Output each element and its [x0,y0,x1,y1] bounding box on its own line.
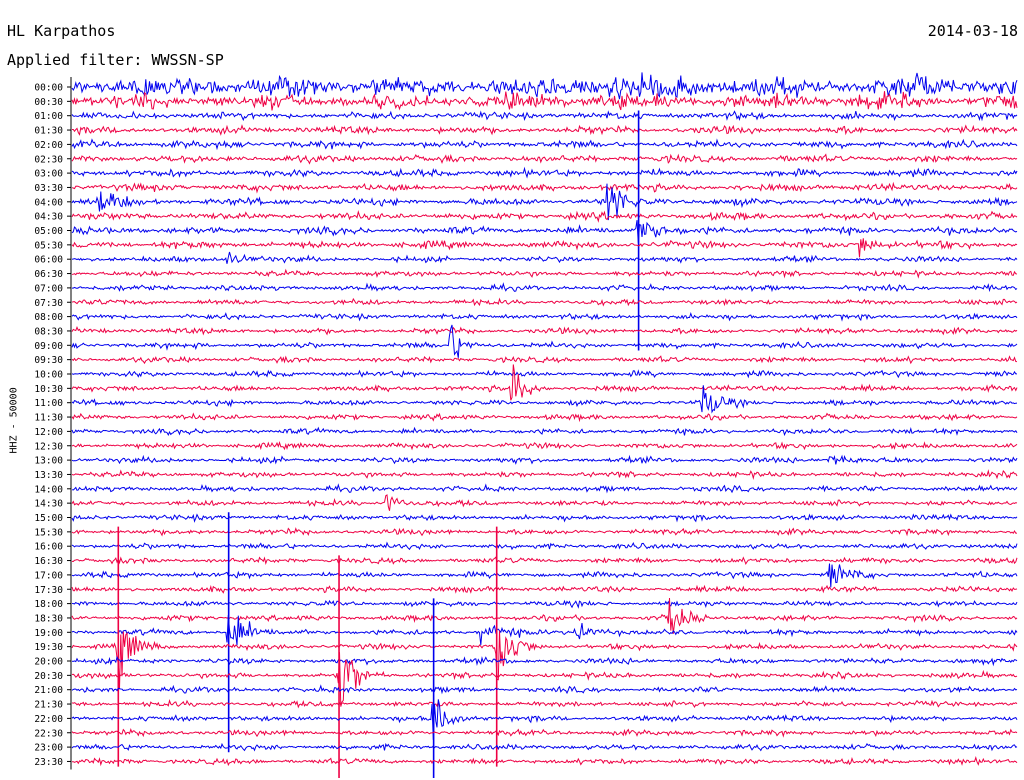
tick-label: 10:00 [34,370,63,381]
tick-label: 15:00 [34,513,63,524]
tick-label: 04:00 [34,197,63,208]
seismic-trace [71,297,1018,307]
seismic-trace [71,513,1018,523]
tick-label: 00:00 [34,83,63,94]
tick-label: 06:00 [34,255,63,266]
tick-label: 19:30 [34,642,63,653]
seismic-trace [71,364,1018,401]
tick-label: 16:00 [34,542,63,553]
tick-label: 00:30 [34,97,63,108]
seismic-trace [71,210,1018,223]
seismic-trace [71,440,1018,451]
tick-label: 23:00 [34,743,63,754]
tick-label: 06:30 [34,269,63,280]
seismic-trace [72,282,1018,293]
seismic-trace [71,630,1018,689]
seismic-trace [71,166,1018,179]
tick-label: 20:30 [34,671,63,682]
tick-label: 19:00 [34,628,63,639]
tick-label: 03:00 [34,169,63,180]
tick-label: 18:30 [34,613,63,624]
seismic-trace [71,563,1018,588]
tick-label: 17:00 [34,570,63,581]
tick-label: 21:30 [34,700,63,711]
seismic-trace [71,181,1018,194]
tick-label: 01:30 [34,126,63,137]
tick-label: 18:00 [34,599,63,610]
tick-label: 22:30 [34,728,63,739]
seismic-trace [71,153,1018,165]
seismic-trace [71,541,1018,551]
tick-label: 14:00 [34,484,63,495]
tick-label: 10:30 [34,384,63,395]
seismic-trace [71,584,1018,594]
tick-label: 11:30 [34,413,63,424]
tick-label: 23:30 [34,757,63,768]
trace-group [71,72,1018,778]
seismic-trace [71,412,1018,423]
tick-label: 05:00 [34,226,63,237]
seismic-trace [71,311,1018,322]
seismic-trace [71,110,1018,122]
tick-label: 22:00 [34,714,63,725]
seismic-trace [71,355,1018,365]
seismic-trace [71,91,1018,111]
seismic-trace [71,454,1018,465]
seismic-trace [71,615,1018,646]
seismic-trace [71,72,1018,100]
tick-label: 05:30 [34,240,63,251]
tick-label: 04:30 [34,212,63,223]
seismic-trace [71,699,1018,709]
tick-label: 02:00 [34,140,63,151]
seismic-trace [71,251,1018,264]
tick-label: 12:30 [34,441,63,452]
tick-label: 11:00 [34,398,63,409]
seismic-trace [71,220,1018,244]
tick-label: 09:00 [34,341,63,352]
seismic-trace [71,325,1018,336]
seismic-trace [71,655,1018,667]
tick-label: 07:30 [34,298,63,309]
seismic-trace [71,527,1018,537]
tick-label: 17:30 [34,585,63,596]
seismic-trace [71,138,1018,151]
seismic-trace [71,742,1018,752]
tick-label: 01:00 [34,111,63,122]
seismic-trace [71,238,1018,258]
tick-label: 21:00 [34,685,63,696]
seismic-trace [71,385,1018,414]
tick-labels: 00:00 00:30 01:00 01:30 02:00 02:30 03:00 03:30… [34,83,63,768]
seismic-trace [71,556,1018,566]
tick-label: 08:30 [34,326,63,337]
seismic-trace [71,426,1018,437]
seismic-trace [71,599,1018,609]
tick-label: 20:00 [34,657,63,668]
seismic-trace [71,483,1018,494]
seismic-trace [71,756,1018,767]
seismic-trace [71,684,1018,695]
seismic-trace [71,268,1018,279]
tick-label: 15:30 [34,527,63,538]
seismic-trace [71,728,1018,738]
tick-label: 08:00 [34,312,63,323]
tick-label: 13:30 [34,470,63,481]
tick-label: 14:30 [34,499,63,510]
seismic-trace [71,469,1018,480]
tick-label: 13:00 [34,456,63,467]
tick-label: 16:30 [34,556,63,567]
seismic-trace [72,124,1018,136]
seismic-trace [71,652,1018,707]
tick-label: 02:30 [34,154,63,165]
tick-label: 09:30 [34,355,63,366]
tick-label: 12:00 [34,427,63,438]
seismic-trace [71,494,1018,511]
tick-label: 07:00 [34,283,63,294]
seismogram-plot: 00:00 00:30 01:00 01:30 02:00 02:30 03:00 03:30… [34,72,1018,778]
tick-label: 03:30 [34,183,63,194]
time-axis [67,77,72,770]
seismic-trace [71,369,1017,379]
